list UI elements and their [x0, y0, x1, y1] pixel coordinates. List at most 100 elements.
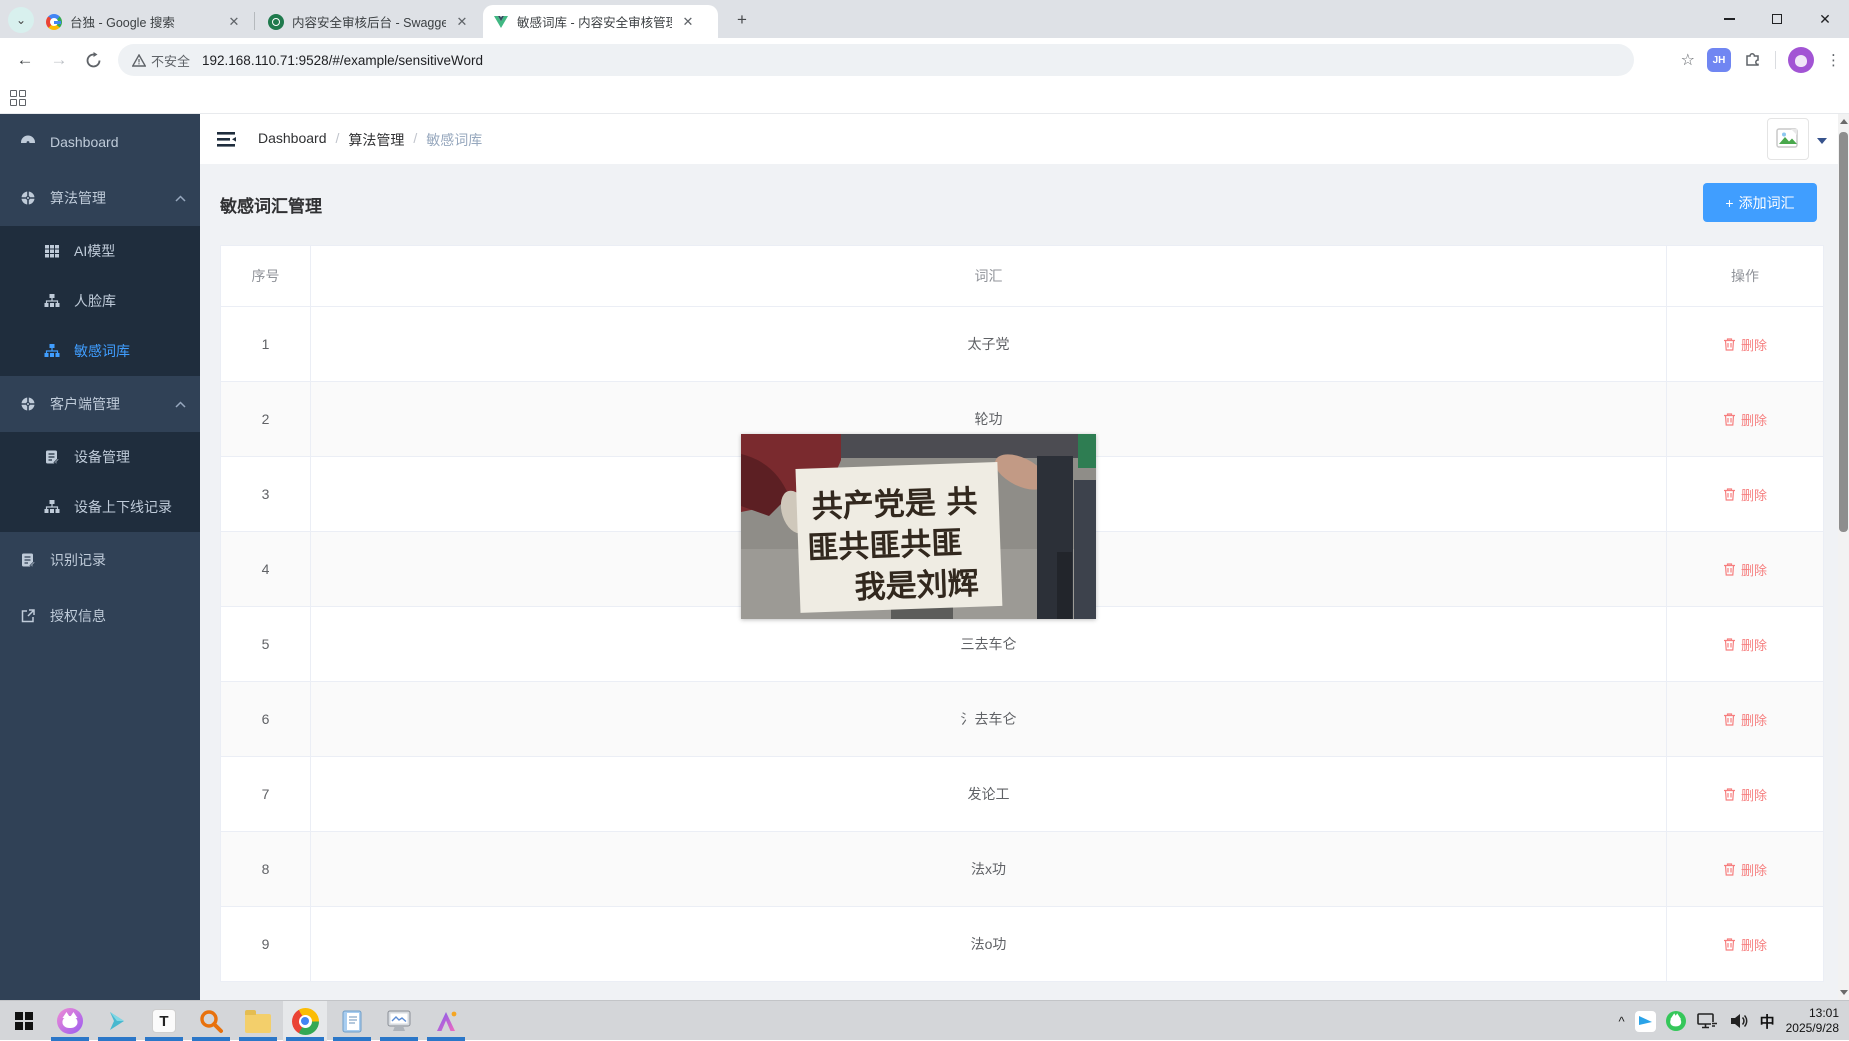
- ime-indicator[interactable]: 中: [1755, 1001, 1780, 1041]
- taskbar-app-snip[interactable]: [377, 1001, 421, 1041]
- taskbar-app-search[interactable]: [189, 1001, 233, 1041]
- browser-tab-bar: ⌄ 台独 - Google 搜索 ✕ 内容安全审核后台 - Swagger U …: [0, 0, 1849, 38]
- form-icon: [20, 552, 36, 568]
- row-word: 法o功: [311, 907, 1667, 981]
- trash-icon: [1723, 937, 1736, 951]
- tab-search-button[interactable]: ⌄: [8, 7, 34, 33]
- add-word-button[interactable]: + 添加词汇: [1703, 183, 1817, 222]
- sidebar-item-license[interactable]: 授权信息: [0, 588, 200, 644]
- taskbar-app-t[interactable]: T: [142, 1001, 186, 1041]
- security-chip[interactable]: 不安全: [118, 51, 202, 70]
- delete-label: 删除: [1741, 335, 1767, 354]
- sidebar-label: Dashboard: [50, 134, 119, 150]
- taskbar-app-ai[interactable]: [424, 1001, 468, 1041]
- sidebar-toggle-icon[interactable]: [215, 128, 237, 150]
- sidebar-label: 人脸库: [74, 291, 116, 311]
- row-actions: 删除: [1667, 457, 1823, 531]
- delete-button[interactable]: 删除: [1723, 560, 1767, 579]
- back-button[interactable]: ←: [10, 45, 40, 75]
- start-button[interactable]: [2, 1001, 46, 1041]
- taskbar-app-explorer[interactable]: [236, 1001, 280, 1041]
- delete-button[interactable]: 删除: [1723, 335, 1767, 354]
- cat-app-icon: [57, 1008, 83, 1034]
- delete-button[interactable]: 删除: [1723, 935, 1767, 954]
- scroll-up-arrow[interactable]: [1838, 114, 1849, 129]
- sidebar-label: 客户端管理: [50, 394, 120, 414]
- extensions-puzzle-icon[interactable]: [1743, 48, 1763, 73]
- new-tab-button[interactable]: +: [730, 8, 754, 32]
- volume-tray-icon[interactable]: [1723, 1001, 1755, 1041]
- sign-line-1: 共产党是 共: [811, 484, 978, 526]
- browser-tab-3-active[interactable]: 敏感词库 - 内容安全审核管理系 ✕: [483, 5, 718, 38]
- row-actions: 删除: [1667, 757, 1823, 831]
- wechat-tray-icon[interactable]: [1661, 1001, 1691, 1041]
- scroll-down-arrow[interactable]: [1838, 985, 1849, 1000]
- taskbar-clock[interactable]: 13:01 2025/9/28: [1780, 1006, 1849, 1036]
- window-controls: ✕: [1705, 0, 1849, 38]
- telegram-tray-icon[interactable]: [1630, 1001, 1661, 1041]
- maximize-button[interactable]: [1753, 0, 1801, 38]
- sidebar-item-client[interactable]: 客户端管理: [0, 376, 200, 432]
- delete-button[interactable]: 删除: [1723, 635, 1767, 654]
- delete-button[interactable]: 删除: [1723, 860, 1767, 879]
- delete-button[interactable]: 删除: [1723, 710, 1767, 729]
- breadcrumb-algorithm[interactable]: 算法管理: [348, 130, 404, 150]
- warning-icon: [132, 54, 146, 67]
- page-title: 敏感词汇管理: [220, 192, 322, 217]
- user-avatar-broken-image[interactable]: [1767, 118, 1809, 160]
- taskbar-app-chrome-active[interactable]: [283, 1001, 327, 1041]
- tab-close-icon[interactable]: ✕: [226, 14, 242, 30]
- component-icon: [20, 190, 36, 206]
- page-scrollbar[interactable]: [1838, 114, 1849, 1000]
- row-actions: 删除: [1667, 832, 1823, 906]
- sidebar-item-algorithm[interactable]: 算法管理: [0, 170, 200, 226]
- breadcrumb-dashboard[interactable]: Dashboard: [258, 130, 327, 150]
- sidebar-item-ai-model[interactable]: AI模型: [0, 226, 200, 276]
- tree-icon: [44, 499, 60, 515]
- sidebar-item-face-lib[interactable]: 人脸库: [0, 276, 200, 326]
- chrome-icon: [292, 1008, 319, 1035]
- sidebar-item-recognition[interactable]: 识别记录: [0, 532, 200, 588]
- browser-tab-1[interactable]: 台独 - Google 搜索 ✕: [36, 5, 252, 38]
- chevron-up-icon: [175, 195, 186, 202]
- close-button[interactable]: ✕: [1801, 0, 1849, 38]
- sidebar-item-device-mgmt[interactable]: 设备管理: [0, 432, 200, 482]
- profile-avatar[interactable]: [1788, 47, 1814, 73]
- sidebar-label: 授权信息: [50, 606, 106, 626]
- tab-close-icon[interactable]: ✕: [680, 14, 696, 30]
- tab-title: 敏感词库 - 内容安全审核管理系: [517, 12, 672, 31]
- jh-extension-icon[interactable]: JH: [1707, 48, 1731, 72]
- tab-title: 内容安全审核后台 - Swagger U: [292, 12, 446, 31]
- apps-grid-icon[interactable]: [10, 90, 26, 106]
- delete-button[interactable]: 删除: [1723, 785, 1767, 804]
- refresh-button[interactable]: [78, 45, 108, 75]
- bookmarks-bar: [0, 82, 1849, 114]
- network-tray-icon[interactable]: [1691, 1001, 1723, 1041]
- notepad-app-icon: [340, 1009, 365, 1034]
- row-word: 发论工: [311, 757, 1667, 831]
- browser-tab-2[interactable]: 内容安全审核后台 - Swagger U ✕: [258, 5, 480, 38]
- sidebar-item-sensitive-lib-active[interactable]: 敏感词库: [0, 326, 200, 376]
- sidebar-item-dashboard[interactable]: Dashboard: [0, 114, 200, 170]
- tab-close-icon[interactable]: ✕: [454, 14, 470, 30]
- forward-button[interactable]: →: [44, 45, 74, 75]
- taskbar-app-cat[interactable]: [48, 1001, 92, 1041]
- tray-expand-chevron[interactable]: ^: [1613, 1001, 1629, 1041]
- delete-button[interactable]: 删除: [1723, 410, 1767, 429]
- avatar-dropdown-caret[interactable]: [1817, 138, 1827, 144]
- row-word: 法x功: [311, 832, 1667, 906]
- trash-icon: [1723, 562, 1736, 576]
- minimize-button[interactable]: [1705, 0, 1753, 38]
- taskbar-app-notepad[interactable]: [330, 1001, 374, 1041]
- row-word: 太子党: [311, 307, 1667, 381]
- scrollbar-thumb[interactable]: [1839, 132, 1848, 532]
- chrome-menu-icon[interactable]: ⋮: [1826, 51, 1841, 69]
- delete-button[interactable]: 删除: [1723, 485, 1767, 504]
- address-bar[interactable]: 不安全 192.168.110.71:9528/#/example/sensit…: [118, 44, 1634, 76]
- sidebar-item-device-log[interactable]: 设备上下线记录: [0, 482, 200, 532]
- delete-label: 删除: [1741, 635, 1767, 654]
- bookmark-star-icon[interactable]: ☆: [1681, 50, 1695, 70]
- add-word-label: 添加词汇: [1739, 193, 1795, 213]
- taskbar-app-arrow[interactable]: [95, 1001, 139, 1041]
- row-actions: 删除: [1667, 682, 1823, 756]
